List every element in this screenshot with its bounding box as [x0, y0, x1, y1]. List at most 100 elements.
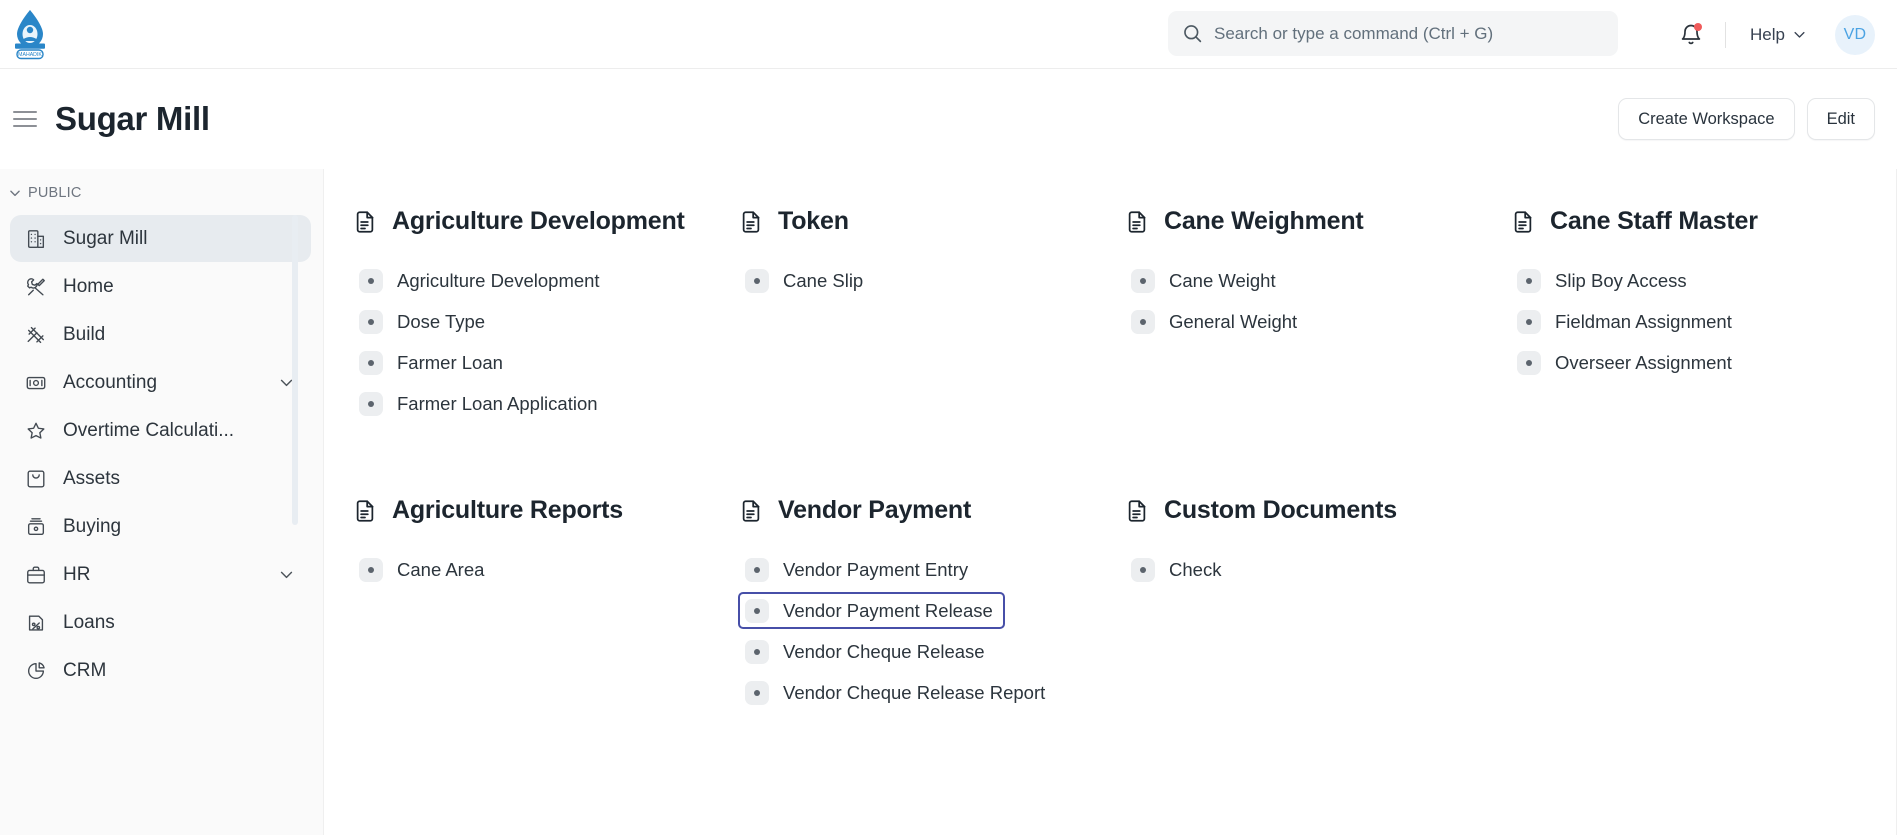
card-title: Token	[778, 207, 849, 235]
sidebar: PUBLIC Sugar Mill Home Build Accounting Over…	[0, 169, 323, 835]
sidebar-item-home[interactable]: Home	[10, 263, 311, 310]
sidebar-item-sugar-mill[interactable]: Sugar Mill	[10, 215, 311, 262]
navbar-right-actions: Help VD	[1669, 0, 1875, 69]
link-farmer-loan-application[interactable]: Farmer Loan Application	[352, 385, 610, 422]
svg-text:MAHADIK: MAHADIK	[18, 52, 42, 58]
bullet-icon	[745, 680, 769, 705]
notifications-button[interactable]	[1669, 13, 1713, 57]
briefcase-icon	[24, 563, 48, 587]
sidebar-item-accounting[interactable]: Accounting	[10, 359, 311, 406]
sidebar-item-label: Buying	[63, 515, 122, 537]
sidebar-item-buying[interactable]: Buying	[10, 503, 311, 550]
card-title: Agriculture Reports	[392, 496, 623, 524]
sidebar-item-list: Sugar Mill Home Build Accounting Overtime Ca…	[0, 215, 323, 694]
bullet-icon	[359, 309, 383, 334]
link-farmer-loan[interactable]: Farmer Loan	[352, 344, 515, 381]
sidebar-item-label: Sugar Mill	[63, 227, 148, 249]
link-cane-weight[interactable]: Cane Weight	[1124, 262, 1288, 299]
tools-icon	[24, 275, 48, 299]
building-icon	[24, 227, 48, 251]
document-icon	[1128, 210, 1146, 233]
document-icon	[742, 210, 760, 233]
sidebar-section-public[interactable]: PUBLIC	[0, 179, 323, 207]
bullet-icon	[359, 557, 383, 582]
bullet-icon	[1517, 309, 1541, 334]
help-label: Help	[1750, 24, 1785, 44]
sidebar-item-label: CRM	[63, 659, 107, 681]
link-label: Cane Weight	[1169, 269, 1276, 291]
card-title: Agriculture Development	[392, 207, 685, 235]
link-cane-slip[interactable]: Cane Slip	[738, 262, 875, 299]
hammer-icon	[24, 323, 48, 347]
box-icon	[27, 470, 45, 487]
page-header-actions: Create Workspace Edit	[1618, 98, 1875, 140]
edit-button[interactable]: Edit	[1806, 98, 1875, 140]
sidebar-item-label: Home	[63, 275, 114, 297]
sidebar-item-label: Build	[63, 323, 106, 345]
cart-icon	[24, 515, 48, 539]
sidebar-item-hr[interactable]: HR	[10, 551, 311, 598]
sidebar-item-overtime-calculati[interactable]: Overtime Calculati...	[10, 407, 311, 454]
piechart-icon	[28, 661, 45, 679]
link-label: Dose Type	[397, 310, 486, 332]
page-title: Sugar Mill	[55, 100, 210, 137]
link-vendor-cheque-release-report[interactable]: Vendor Cheque Release Report	[738, 674, 1057, 711]
search-box[interactable]	[1168, 11, 1618, 56]
loan-icon	[24, 611, 48, 635]
card-header: Custom Documents	[1124, 496, 1486, 525]
bullet-icon	[1517, 268, 1541, 293]
link-agriculture-development[interactable]: Agriculture Development	[352, 262, 612, 299]
link-fieldman-assignment[interactable]: Fieldman Assignment	[1510, 303, 1744, 340]
box-icon	[24, 467, 48, 491]
bullet-icon	[359, 350, 383, 375]
link-check[interactable]: Check	[1124, 551, 1233, 588]
document-icon	[1510, 209, 1536, 235]
link-slip-boy-access[interactable]: Slip Boy Access	[1510, 262, 1699, 299]
link-label: Farmer Loan Application	[397, 392, 598, 414]
bullet-icon	[745, 268, 769, 293]
link-vendor-payment-release[interactable]: Vendor Payment Release	[738, 592, 1005, 629]
sidebar-scrollbar[interactable]	[292, 215, 298, 525]
link-general-weight[interactable]: General Weight	[1124, 303, 1309, 340]
document-icon	[356, 499, 374, 522]
bullet-icon	[1131, 309, 1155, 334]
link-dose-type[interactable]: Dose Type	[352, 303, 497, 340]
link-label: Vendor Payment Release	[783, 599, 993, 621]
link-vendor-payment-entry[interactable]: Vendor Payment Entry	[738, 551, 980, 588]
navbar-divider	[1725, 21, 1727, 48]
card-cane-staff-master: Cane Staff Master Slip Boy Access Fieldman…	[1510, 207, 1896, 452]
link-label: Cane Area	[397, 558, 485, 580]
sidebar-item-loans[interactable]: Loans	[10, 599, 311, 646]
link-cane-area[interactable]: Cane Area	[352, 551, 496, 588]
star-icon	[27, 422, 45, 439]
chevron-down-icon	[10, 190, 20, 197]
document-icon	[356, 210, 374, 233]
bullet-icon	[359, 391, 383, 416]
link-overseer-assignment[interactable]: Overseer Assignment	[1510, 344, 1744, 381]
help-menu-button[interactable]: Help	[1742, 19, 1815, 51]
document-icon	[352, 209, 378, 235]
create-workspace-button[interactable]: Create Workspace	[1618, 98, 1795, 140]
app-logo[interactable]: MAHADIK	[8, 6, 52, 62]
card-header: Agriculture Development	[352, 207, 714, 236]
link-label: Check	[1169, 558, 1222, 580]
card-vendor-payment: Vendor Payment Vendor Payment Entry Vendor…	[738, 496, 1124, 741]
user-avatar[interactable]: VD	[1835, 14, 1875, 55]
link-label: General Weight	[1169, 310, 1298, 332]
sidebar-item-expand-toggle[interactable]	[278, 566, 295, 583]
notification-badge-dot	[1694, 22, 1703, 31]
document-icon	[1128, 499, 1146, 522]
sidebar-item-build[interactable]: Build	[10, 311, 311, 358]
hamburger-bar	[13, 118, 37, 120]
avatar-initials: VD	[1843, 25, 1867, 43]
search-input[interactable]	[1214, 23, 1604, 44]
link-vendor-cheque-release[interactable]: Vendor Cheque Release	[738, 633, 997, 670]
document-icon	[1124, 498, 1150, 524]
sidebar-item-assets[interactable]: Assets	[10, 455, 311, 502]
sidebar-toggle-button[interactable]	[9, 102, 43, 136]
sidebar-item-crm[interactable]: CRM	[10, 647, 311, 694]
document-icon	[742, 499, 760, 522]
global-search[interactable]	[1168, 11, 1618, 56]
card-agriculture-development: Agriculture Development Agriculture Devel…	[352, 207, 738, 452]
cart-icon	[27, 517, 45, 535]
